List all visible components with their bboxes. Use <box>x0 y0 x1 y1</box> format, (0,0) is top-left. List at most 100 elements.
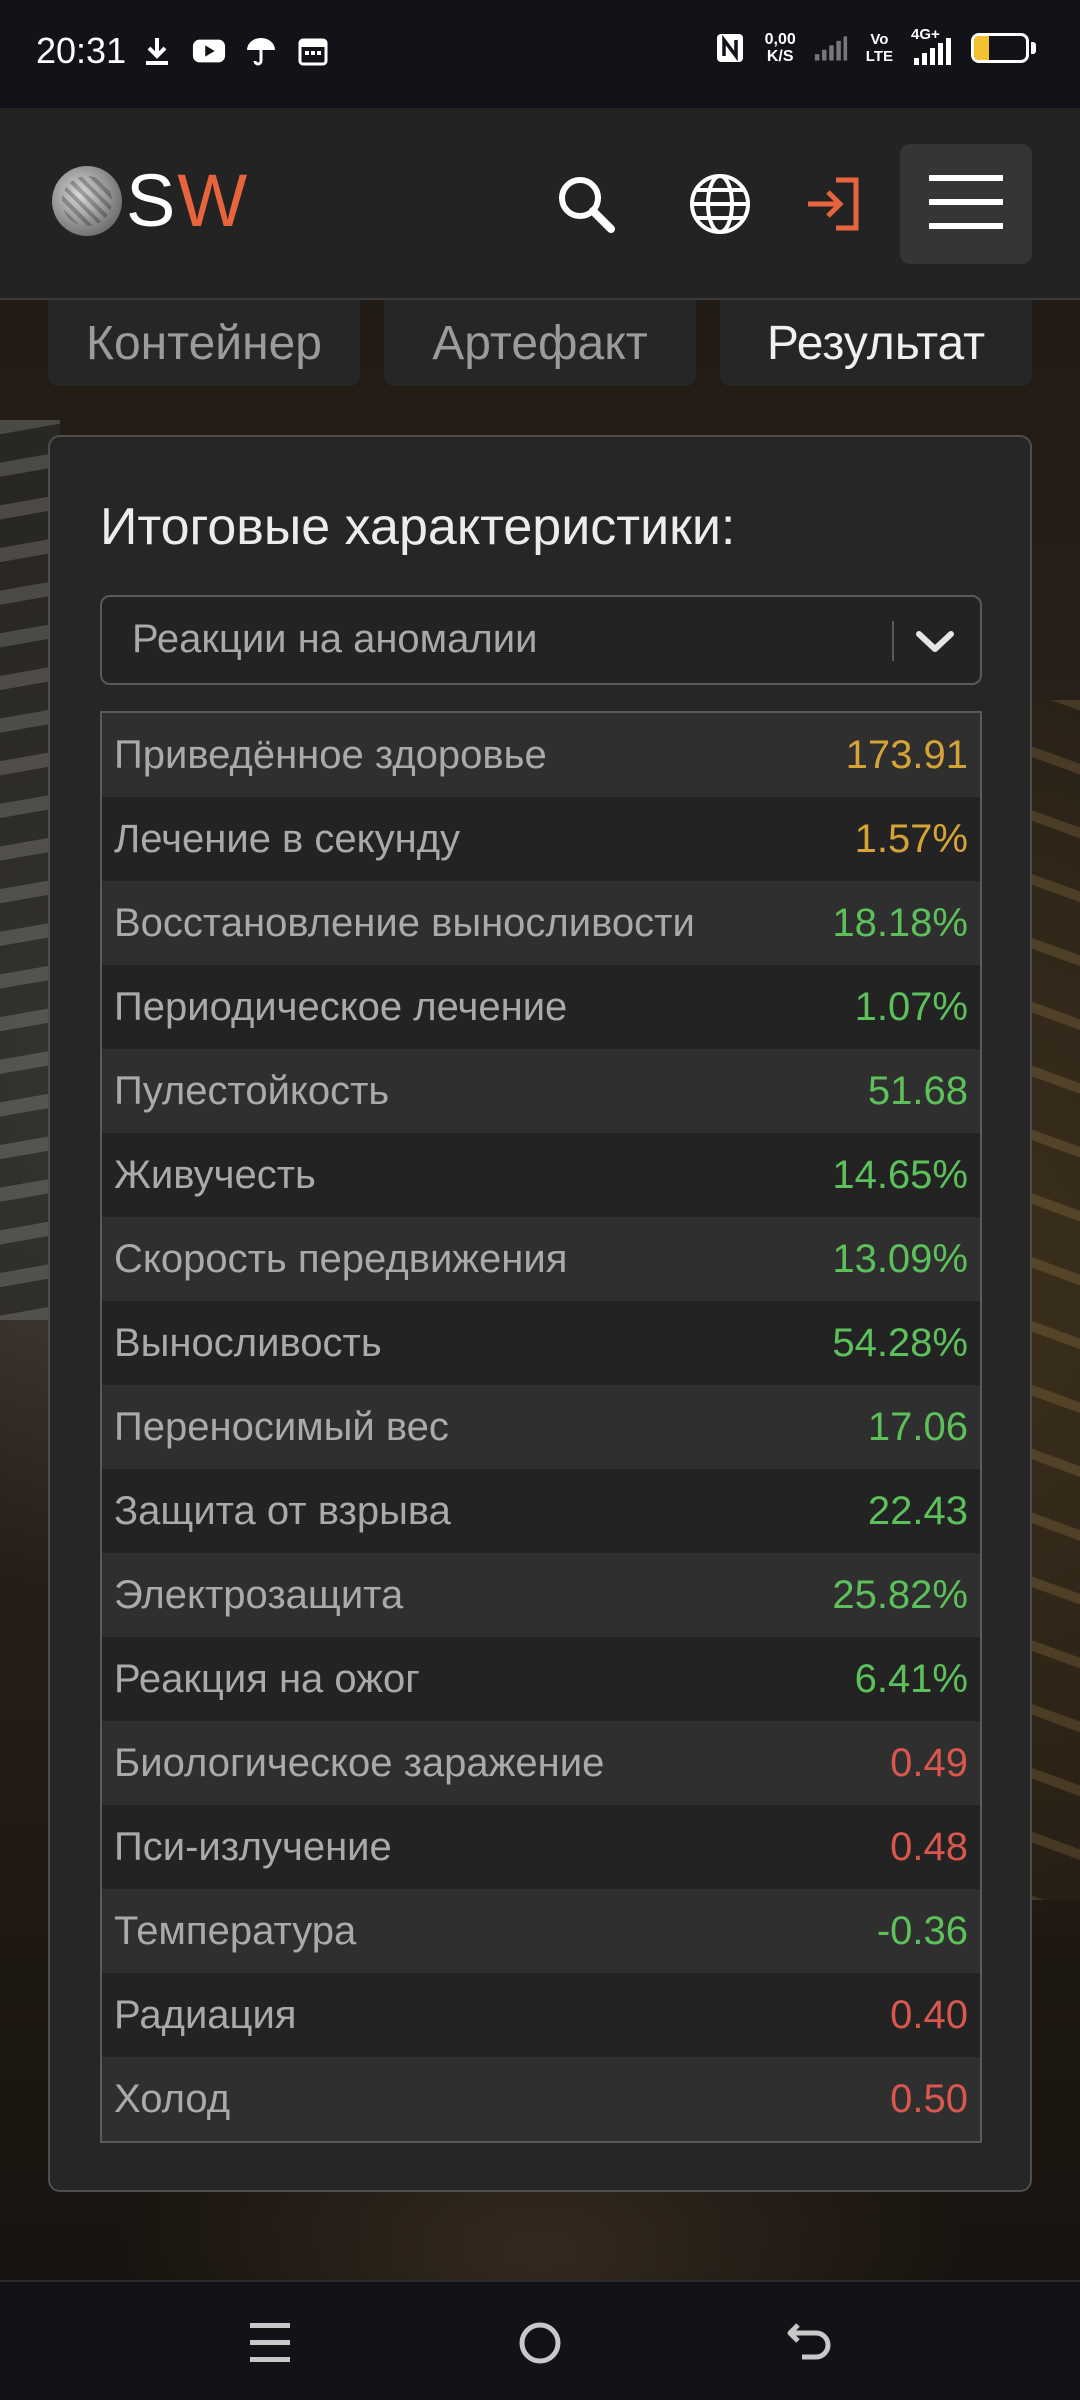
stat-value: 6.41% <box>854 1656 968 1701</box>
stat-row: Электрозащита 25.82% <box>102 1553 980 1637</box>
stat-row: Переносимый вес 17.06 <box>102 1385 980 1469</box>
stat-row: Радиация 0.40 <box>102 1973 980 2057</box>
stat-name: Пулестойкость <box>114 1068 390 1113</box>
stat-name: Периодическое лечение <box>114 984 568 1029</box>
home-icon[interactable] <box>505 2308 575 2378</box>
stat-value: 14.65% <box>832 1152 968 1197</box>
network-speed: 0,00 K/S <box>765 31 796 65</box>
status-system-icons: 0,00 K/S Vo LTE 4G+ 28 <box>713 26 1036 66</box>
navigation-bar <box>0 2280 1080 2400</box>
stat-value: 1.57% <box>854 816 968 861</box>
globe-icon[interactable] <box>682 166 758 242</box>
nfc-icon <box>713 31 747 65</box>
battery-fill <box>974 36 989 60</box>
results-panel: Итоговые характеристики: Реакции на аном… <box>48 435 1032 2192</box>
stat-name: Пси-излучение <box>114 1824 392 1869</box>
stat-row: Температура -0.36 <box>102 1889 980 1973</box>
stat-name: Электрозащита <box>114 1572 404 1617</box>
calendar-icon <box>296 34 330 68</box>
panel-title: Итоговые характеристики: <box>100 498 736 556</box>
stat-name: Защита от взрыва <box>114 1488 451 1533</box>
stat-name: Выносливость <box>114 1320 382 1365</box>
tab-container[interactable]: Контейнер <box>48 300 360 386</box>
recent-apps-icon[interactable] <box>235 2308 305 2378</box>
stat-value: -0.36 <box>876 1908 968 1953</box>
chevron-down-icon[interactable] <box>910 617 960 667</box>
stat-row: Скорость передвижения 13.09% <box>102 1217 980 1301</box>
stat-name: Реакция на ожог <box>114 1656 420 1701</box>
site-header: SW <box>0 108 1080 300</box>
network-speed-value: 0,00 <box>764 31 796 48</box>
screen: 20:31 0,00 K/S Vo LTE 4G+ 28 SW Контейне… <box>0 0 1080 2400</box>
status-bar: 20:31 0,00 K/S Vo LTE 4G+ 28 <box>0 0 1080 108</box>
battery-tip <box>1031 42 1036 54</box>
stat-value: 0.50 <box>890 2076 968 2121</box>
stat-value: 13.09% <box>832 1236 968 1281</box>
umbrella-icon <box>244 34 278 68</box>
tab-result[interactable]: Результат <box>720 300 1032 386</box>
tab-artifact[interactable]: Артефакт <box>384 300 696 386</box>
back-icon[interactable] <box>775 2308 845 2378</box>
stat-value: 0.48 <box>890 1824 968 1869</box>
search-icon[interactable] <box>548 166 624 242</box>
stat-value: 51.68 <box>867 1068 968 1113</box>
signal-weak-icon <box>814 31 848 65</box>
tab-bar: Контейнер Артефакт Результат <box>48 300 1032 386</box>
stat-row: Лечение в секунду 1.57% <box>102 797 980 881</box>
stat-name: Переносимый вес <box>114 1404 449 1449</box>
stat-name: Восстановление выносливости <box>114 900 695 945</box>
battery-level: 28 <box>988 36 1012 59</box>
stat-row: Пулестойкость 51.68 <box>102 1049 980 1133</box>
stat-name: Температура <box>114 1908 357 1953</box>
site-logo[interactable]: SW <box>52 164 249 238</box>
stat-value: 1.07% <box>854 984 968 1029</box>
stat-row: Приведённое здоровье 173.91 <box>102 713 980 797</box>
stat-row: Пси-излучение 0.48 <box>102 1805 980 1889</box>
battery-icon: 28 <box>971 33 1029 63</box>
stat-row: Защита от взрыва 22.43 <box>102 1469 980 1553</box>
stat-value: 0.49 <box>890 1740 968 1785</box>
stat-name: Скорость передвижения <box>114 1236 568 1281</box>
login-icon[interactable] <box>796 166 872 242</box>
stat-value: 0.40 <box>890 1992 968 2037</box>
signal-strong-group: 4G+ <box>911 26 953 66</box>
volte-indicator: Vo LTE <box>866 31 893 65</box>
stat-name: Лечение в секунду <box>114 816 461 861</box>
stat-row: Холод 0.50 <box>102 2057 980 2141</box>
menu-icon <box>929 173 1003 235</box>
download-icon <box>140 34 174 68</box>
stat-name: Радиация <box>114 1992 297 2037</box>
stats-table: Приведённое здоровье 173.91 Лечение в секу… <box>100 711 982 2143</box>
stat-value: 18.18% <box>832 900 968 945</box>
youtube-icon <box>192 34 226 68</box>
volte-bottom: LTE <box>865 48 893 65</box>
stat-value: 54.28% <box>832 1320 968 1365</box>
stat-name: Живучесть <box>114 1152 316 1197</box>
status-time: 20:31 <box>36 30 127 71</box>
menu-button[interactable] <box>900 144 1032 264</box>
stat-row: Биологическое заражение 0.49 <box>102 1721 980 1805</box>
stat-name: Приведённое здоровье <box>114 732 547 777</box>
signal-strong-icon <box>913 38 953 70</box>
logo-letter-s: S <box>126 159 178 242</box>
select-separator <box>892 621 894 661</box>
status-notification-icons <box>140 34 330 68</box>
network-speed-unit: K/S <box>766 48 794 65</box>
stat-row: Выносливость 54.28% <box>102 1301 980 1385</box>
stat-value: 17.06 <box>867 1404 968 1449</box>
volte-top: Vo <box>870 31 889 48</box>
background-metal-right <box>1030 700 1080 1900</box>
logo-text: SW <box>126 164 249 238</box>
logo-globe-icon <box>52 166 122 236</box>
stat-row: Восстановление выносливости 18.18% <box>102 881 980 965</box>
stat-name: Биологическое заражение <box>114 1740 605 1785</box>
stat-value: 173.91 <box>845 732 968 777</box>
logo-letter-w: W <box>177 159 250 242</box>
stats-filter-value: Реакции на аномалии <box>132 617 538 661</box>
stat-row: Реакция на ожог 6.41% <box>102 1637 980 1721</box>
stat-name: Холод <box>114 2076 231 2121</box>
stats-filter-select[interactable]: Реакции на аномалии <box>100 595 982 685</box>
stat-row: Периодическое лечение 1.07% <box>102 965 980 1049</box>
stat-value: 22.43 <box>867 1488 968 1533</box>
stat-row: Живучесть 14.65% <box>102 1133 980 1217</box>
